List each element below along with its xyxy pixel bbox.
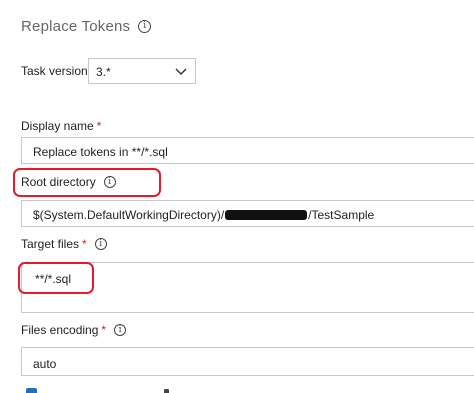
chevron-down-icon bbox=[175, 68, 187, 75]
info-icon[interactable]: i bbox=[114, 323, 127, 336]
panel-title-text: Replace Tokens bbox=[21, 18, 131, 35]
task-version-label: Task version bbox=[21, 64, 88, 78]
root-directory-value: $(System.DefaultWorkingDirectory)/ /TestS… bbox=[33, 208, 374, 222]
files-encoding-label-text: Files encoding bbox=[21, 323, 99, 337]
required-marker: * bbox=[96, 119, 102, 133]
highlight-annotation bbox=[18, 262, 94, 294]
redacted-text bbox=[225, 209, 308, 220]
root-directory-suffix: /TestSample bbox=[308, 208, 375, 222]
target-files-label: Target files * i bbox=[21, 237, 107, 251]
highlight-annotation bbox=[13, 168, 161, 197]
files-encoding-label: Files encoding * i bbox=[21, 323, 127, 337]
files-encoding-select[interactable]: auto bbox=[21, 347, 474, 376]
task-editor-panel: Replace Tokens i Task version 3.* Display… bbox=[0, 0, 474, 393]
root-directory-prefix: $(System.DefaultWorkingDirectory)/ bbox=[33, 208, 225, 222]
panel-title: Replace Tokens i bbox=[21, 18, 152, 35]
info-icon[interactable]: i bbox=[138, 19, 152, 33]
info-icon[interactable]: i bbox=[94, 237, 107, 250]
display-name-label-text: Display name bbox=[21, 119, 94, 133]
root-directory-field[interactable]: $(System.DefaultWorkingDirectory)/ /TestS… bbox=[21, 200, 474, 227]
partial-icon bbox=[164, 389, 169, 393]
required-marker: * bbox=[82, 237, 87, 251]
task-version-value: 3.* bbox=[96, 65, 111, 79]
required-marker: * bbox=[101, 323, 107, 337]
display-name-value: Replace tokens in **/*.sql bbox=[33, 145, 168, 159]
checkbox[interactable] bbox=[26, 388, 37, 393]
files-encoding-value: auto bbox=[33, 357, 57, 371]
task-version-select[interactable]: 3.* bbox=[88, 58, 196, 84]
display-name-label: Display name * bbox=[21, 119, 101, 133]
target-files-label-text: Target files bbox=[21, 237, 80, 251]
display-name-field[interactable]: Replace tokens in **/*.sql bbox=[21, 137, 474, 164]
